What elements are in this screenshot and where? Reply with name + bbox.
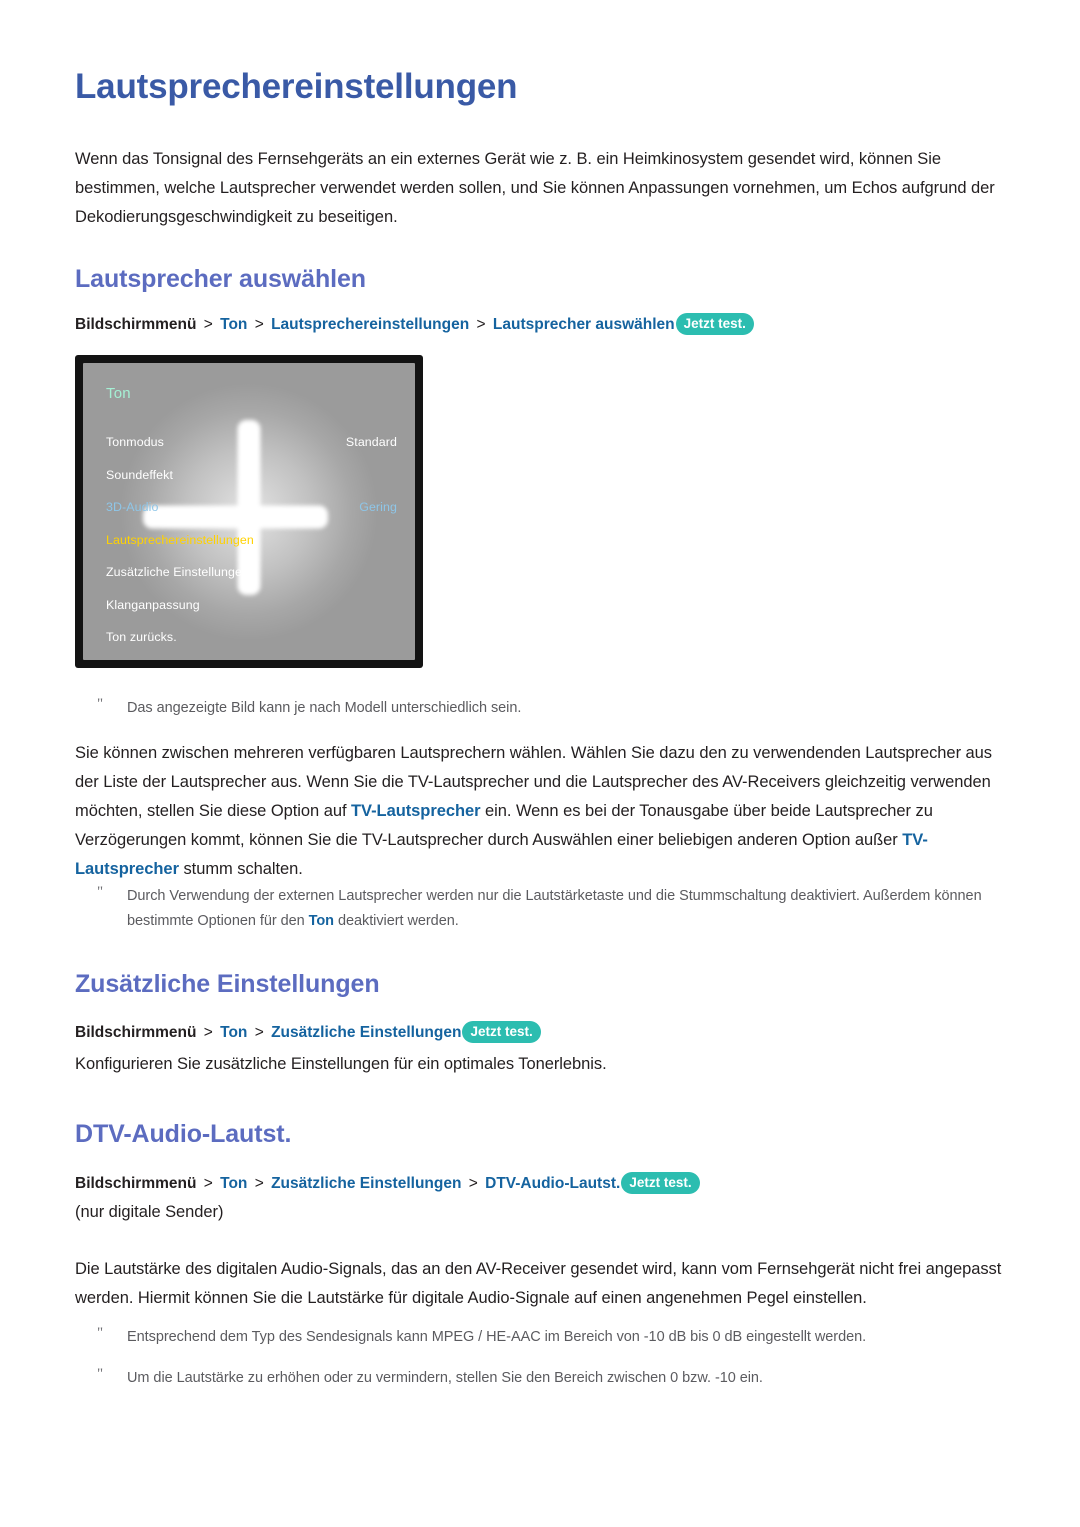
breadcrumb-item-ton[interactable]: Ton (220, 316, 247, 333)
breadcrumb-item-ton[interactable]: Ton (220, 1175, 247, 1192)
breadcrumb-dtv-audio-lautst: Bildschirmmenü > Ton > Zusätzliche Einst… (75, 1172, 700, 1195)
breadcrumb-separator: > (468, 1175, 478, 1192)
breadcrumb-separator: > (254, 1175, 264, 1192)
tv-menu-item-label: Tonmodus (106, 435, 164, 450)
tv-menu-item-klanganpassung[interactable]: Klanganpassung (106, 589, 397, 622)
tv-screen: Ton Tonmodus Standard Soundeffekt 3D-Aud… (83, 363, 415, 660)
breadcrumb-root: Bildschirmmenü (75, 316, 197, 333)
try-now-badge[interactable]: Jetzt test. (621, 1172, 700, 1194)
dtv-note-text: Entsprechend dem Typ des Sendesignals ka… (127, 1329, 867, 1345)
figure-note: " Das angezeigte Bild kann je nach Model… (75, 696, 1027, 721)
inline-highlight-ton: Ton (308, 913, 334, 929)
intro-paragraph: Wenn das Tonsignal des Fernsehgeräts an … (75, 150, 995, 226)
section-body-dtv-audio-lautst: Die Lautstärke des digitalen Audio-Signa… (75, 1260, 1002, 1307)
note-quote-icon: " (97, 1325, 104, 1341)
tv-menu-item-tonmodus[interactable]: Tonmodus Standard (106, 426, 397, 459)
breadcrumb-lautsprecher-auswaehlen: Bildschirmmenü > Ton > Lautsprechereinst… (75, 313, 754, 336)
breadcrumb-item-zusaetzliche-einstellungen[interactable]: Zusätzliche Einstellungen (271, 1024, 461, 1041)
dtv-note-mpeg-range: " Entsprechend dem Typ des Sendesignals … (75, 1325, 1057, 1350)
section-body-zusaetzliche-einstellungen: Konfigurieren Sie zusätzliche Einstellun… (75, 1055, 607, 1073)
note-text-part-2: deaktiviert werden. (333, 913, 459, 929)
tv-menu-item-label: 3D-Audio (106, 500, 159, 515)
dtv-subnote: (nur digitale Sender) (75, 1203, 224, 1221)
tv-menu-heading: Ton (106, 385, 131, 402)
breadcrumb-separator: > (254, 316, 264, 333)
tv-menu-item-lautsprechereinstellungen[interactable]: Lautsprechereinstellungen (106, 524, 397, 557)
section-title-dtv-audio-lautst: DTV-Audio-Lautst. (75, 1120, 292, 1148)
tv-menu-item-label: Klanganpassung (106, 597, 200, 612)
document-page: Lautsprechereinstellungen Wenn das Tonsi… (0, 0, 1080, 1527)
note-text-part-1: Durch Verwendung der externen Lautsprech… (127, 888, 982, 929)
tv-menu-item-3d-audio[interactable]: 3D-Audio Gering (106, 491, 397, 524)
note-quote-icon: " (97, 696, 104, 712)
breadcrumb-separator: > (203, 1024, 213, 1041)
note-quote-icon: " (97, 884, 104, 900)
figure-note-text: Das angezeigte Bild kann je nach Modell … (127, 700, 522, 716)
inline-highlight-tv-lautsprecher: TV-Lautsprecher (351, 802, 481, 820)
breadcrumb-item-lautsprechereinstellungen[interactable]: Lautsprechereinstellungen (271, 316, 469, 333)
tv-menu-item-value: Gering (359, 500, 397, 515)
breadcrumb-item-zusaetzliche-einstellungen[interactable]: Zusätzliche Einstellungen (271, 1175, 461, 1192)
section-body-lautsprecher-auswaehlen: Sie können zwischen mehreren verfügbaren… (75, 739, 1000, 884)
section-note-external-speakers: " Durch Verwendung der externen Lautspre… (75, 884, 1047, 934)
section-title-lautsprecher-auswaehlen: Lautsprecher auswählen (75, 265, 366, 293)
breadcrumb-separator: > (254, 1024, 264, 1041)
body-text-part-3: stumm schalten. (178, 860, 303, 878)
tv-menu-item-ton-zurueck[interactable]: Ton zurücks. (106, 621, 397, 654)
tv-menu-item-zusaetzliche-einstellungen[interactable]: Zusätzliche Einstellungen (106, 556, 397, 589)
tv-menu-item-soundeffekt[interactable]: Soundeffekt (106, 459, 397, 492)
breadcrumb-root: Bildschirmmenü (75, 1024, 197, 1041)
tv-menu-item-value: Standard (345, 435, 397, 450)
breadcrumb-separator: > (203, 316, 213, 333)
section-title-zusaetzliche-einstellungen: Zusätzliche Einstellungen (75, 970, 380, 998)
note-quote-icon: " (97, 1366, 104, 1382)
tv-menu-item-label: Lautsprechereinstellungen (106, 532, 254, 547)
tv-menu-item-label: Zusätzliche Einstellungen (106, 565, 250, 580)
breadcrumb-item-lautsprecher-auswaehlen[interactable]: Lautsprecher auswählen (493, 316, 675, 333)
breadcrumb-zusaetzliche-einstellungen: Bildschirmmenü > Ton > Zusätzliche Einst… (75, 1021, 541, 1044)
try-now-badge[interactable]: Jetzt test. (462, 1021, 541, 1043)
try-now-badge[interactable]: Jetzt test. (675, 313, 754, 335)
breadcrumb-separator: > (476, 316, 486, 333)
breadcrumb-item-dtv-audio-lautst[interactable]: DTV-Audio-Lautst. (485, 1175, 620, 1192)
breadcrumb-root: Bildschirmmenü (75, 1175, 197, 1192)
breadcrumb-item-ton[interactable]: Ton (220, 1024, 247, 1041)
tv-frame: Ton Tonmodus Standard Soundeffekt 3D-Aud… (75, 355, 423, 668)
page-title: Lautsprechereinstellungen (75, 67, 518, 106)
tv-menu-item-label: Soundeffekt (106, 467, 174, 482)
tv-menu-screenshot: Ton Tonmodus Standard Soundeffekt 3D-Aud… (75, 355, 423, 668)
dtv-note-volume-range: " Um die Lautstärke zu erhöhen oder zu v… (75, 1366, 1057, 1391)
breadcrumb-separator: > (203, 1175, 213, 1192)
tv-menu-list: Tonmodus Standard Soundeffekt 3D-Audio G… (106, 426, 397, 654)
dtv-note-text: Um die Lautstärke zu erhöhen oder zu ver… (127, 1370, 763, 1386)
tv-menu-item-label: Ton zurücks. (106, 630, 177, 645)
